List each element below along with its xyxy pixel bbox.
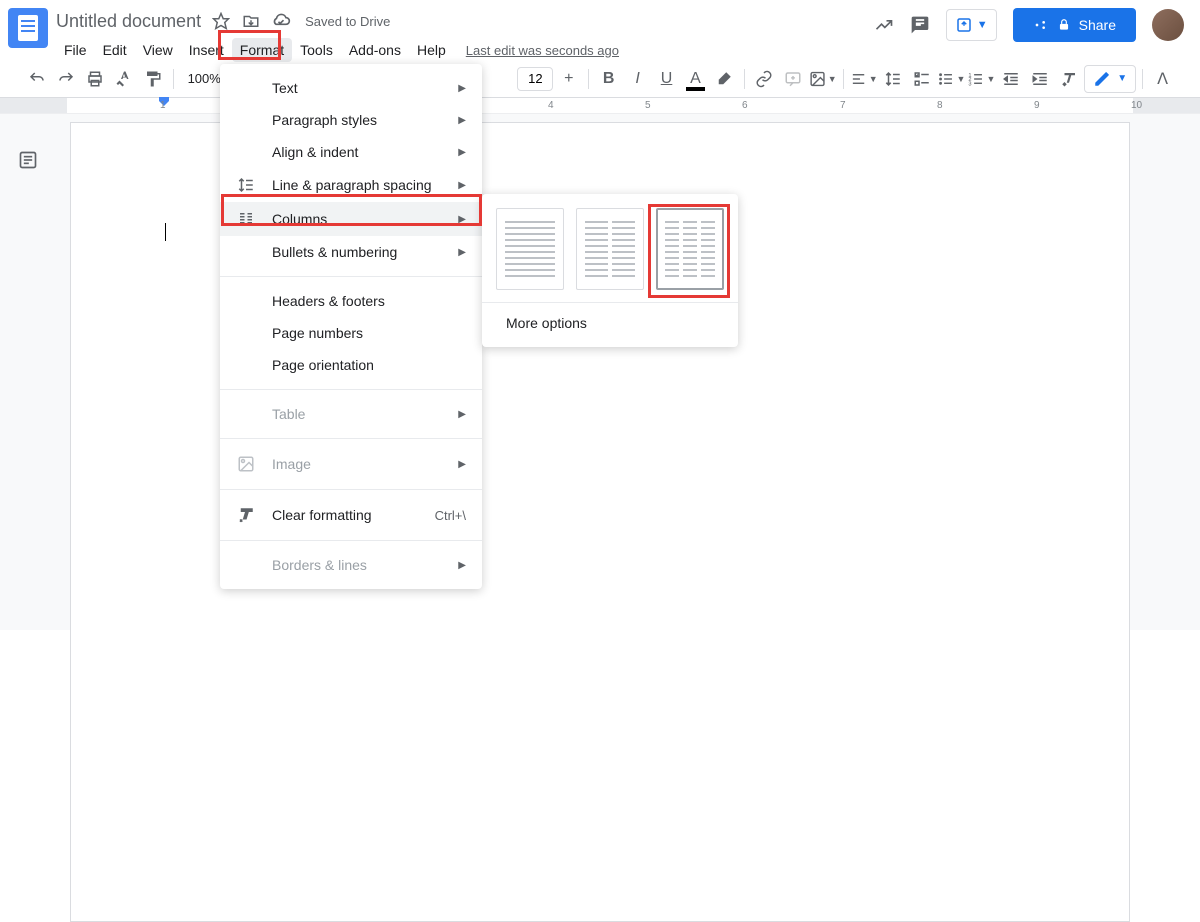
spellcheck-button[interactable] [111, 65, 138, 93]
submenu-arrow-icon: ▶ [458, 147, 466, 158]
comments-icon[interactable] [910, 15, 930, 35]
submenu-arrow-icon: ▶ [458, 214, 466, 225]
submenu-arrow-icon: ▶ [458, 247, 466, 258]
submenu-arrow-icon: ▶ [458, 83, 466, 94]
columns-option-one[interactable] [496, 208, 564, 290]
app-header: Untitled document Saved to Drive FileEdi… [0, 0, 1200, 60]
bulleted-list-button[interactable]: ▼ [937, 65, 965, 93]
clear-icon [236, 506, 256, 524]
insert-image-button[interactable]: ▼ [809, 65, 837, 93]
columns-option-two[interactable] [576, 208, 644, 290]
format-menu-paragraph-styles[interactable]: Paragraph styles▶ [220, 104, 482, 136]
submenu-arrow-icon: ▶ [458, 115, 466, 126]
menubar: FileEditViewInsertFormatToolsAdd-onsHelp… [56, 38, 874, 62]
line-spacing-icon [236, 176, 256, 194]
font-size-increase[interactable]: + [555, 65, 582, 93]
numbered-list-button[interactable]: 123▼ [967, 65, 995, 93]
print-button[interactable] [82, 65, 109, 93]
format-menu-image: Image▶ [220, 447, 482, 481]
columns-option-three[interactable] [656, 208, 724, 290]
format-menu-clear-formatting[interactable]: Clear formattingCtrl+\ [220, 498, 482, 532]
format-menu-headers-footers[interactable]: Headers & footers [220, 285, 482, 317]
move-icon[interactable] [241, 11, 261, 31]
font-size-input[interactable] [517, 67, 553, 91]
increase-indent-button[interactable] [1026, 65, 1053, 93]
format-menu-text[interactable]: Text▶ [220, 72, 482, 104]
submenu-arrow-icon: ▶ [458, 459, 466, 470]
document-title[interactable]: Untitled document [56, 11, 201, 32]
menu-file[interactable]: File [56, 38, 95, 62]
editing-mode-button[interactable]: ▼ [1084, 65, 1136, 93]
format-menu-columns[interactable]: Columns▶ [220, 202, 482, 236]
bold-button[interactable]: B [595, 65, 622, 93]
format-menu-table: Table▶ [220, 398, 482, 430]
hide-menus-button[interactable]: ᐱ [1149, 65, 1176, 93]
clear-formatting-button[interactable] [1055, 65, 1082, 93]
italic-button[interactable]: I [624, 65, 651, 93]
underline-button[interactable]: U [653, 65, 680, 93]
menu-view[interactable]: View [135, 38, 181, 62]
save-status: Saved to Drive [305, 14, 390, 29]
image-icon [236, 455, 256, 473]
columns-icon [236, 210, 256, 228]
svg-text:3: 3 [969, 81, 972, 87]
last-edit-link[interactable]: Last edit was seconds ago [466, 43, 619, 58]
redo-button[interactable] [53, 65, 80, 93]
toolbar: 100%▼ + B I U A ▼ ▼ ▼ 123▼ ▼ ᐱ [0, 60, 1200, 98]
docs-logo[interactable] [8, 8, 48, 48]
submenu-arrow-icon: ▶ [458, 560, 466, 571]
menu-format[interactable]: Format [232, 38, 292, 62]
paint-format-button[interactable] [140, 65, 167, 93]
line-spacing-button[interactable] [880, 65, 907, 93]
highlight-button[interactable] [711, 65, 738, 93]
menu-tools[interactable]: Tools [292, 38, 341, 62]
undo-button[interactable] [24, 65, 51, 93]
share-button[interactable]: Share [1013, 8, 1136, 42]
checklist-button[interactable] [909, 65, 936, 93]
submenu-arrow-icon: ▶ [458, 409, 466, 420]
user-avatar[interactable] [1152, 9, 1184, 41]
format-menu-borders-lines: Borders & lines▶ [220, 549, 482, 581]
star-icon[interactable] [211, 11, 231, 31]
columns-more-options[interactable]: More options [482, 302, 738, 347]
text-cursor [165, 223, 166, 241]
present-button[interactable]: ▼ [946, 9, 997, 41]
columns-submenu: More options [482, 194, 738, 347]
document-area [0, 114, 1200, 630]
text-color-button[interactable]: A [682, 65, 709, 93]
format-menu-align-indent[interactable]: Align & indent▶ [220, 136, 482, 168]
insert-comment-button[interactable] [780, 65, 807, 93]
menu-help[interactable]: Help [409, 38, 454, 62]
format-menu-bullets-numbering[interactable]: Bullets & numbering▶ [220, 236, 482, 268]
menu-edit[interactable]: Edit [95, 38, 135, 62]
format-menu-line-paragraph-spacing[interactable]: Line & paragraph spacing▶ [220, 168, 482, 202]
submenu-arrow-icon: ▶ [458, 180, 466, 191]
horizontal-ruler[interactable]: 12345678910 [0, 98, 1200, 114]
format-menu-page-numbers[interactable]: Page numbers [220, 317, 482, 349]
align-button[interactable]: ▼ [850, 65, 878, 93]
menu-add-ons[interactable]: Add-ons [341, 38, 409, 62]
decrease-indent-button[interactable] [997, 65, 1024, 93]
activity-icon[interactable] [874, 15, 894, 35]
format-menu-dropdown: Text▶Paragraph styles▶Align & indent▶Lin… [220, 64, 482, 589]
insert-link-button[interactable] [751, 65, 778, 93]
menu-insert[interactable]: Insert [181, 38, 232, 62]
cloud-icon[interactable] [271, 11, 291, 31]
format-menu-page-orientation[interactable]: Page orientation [220, 349, 482, 381]
outline-icon[interactable] [18, 150, 38, 170]
